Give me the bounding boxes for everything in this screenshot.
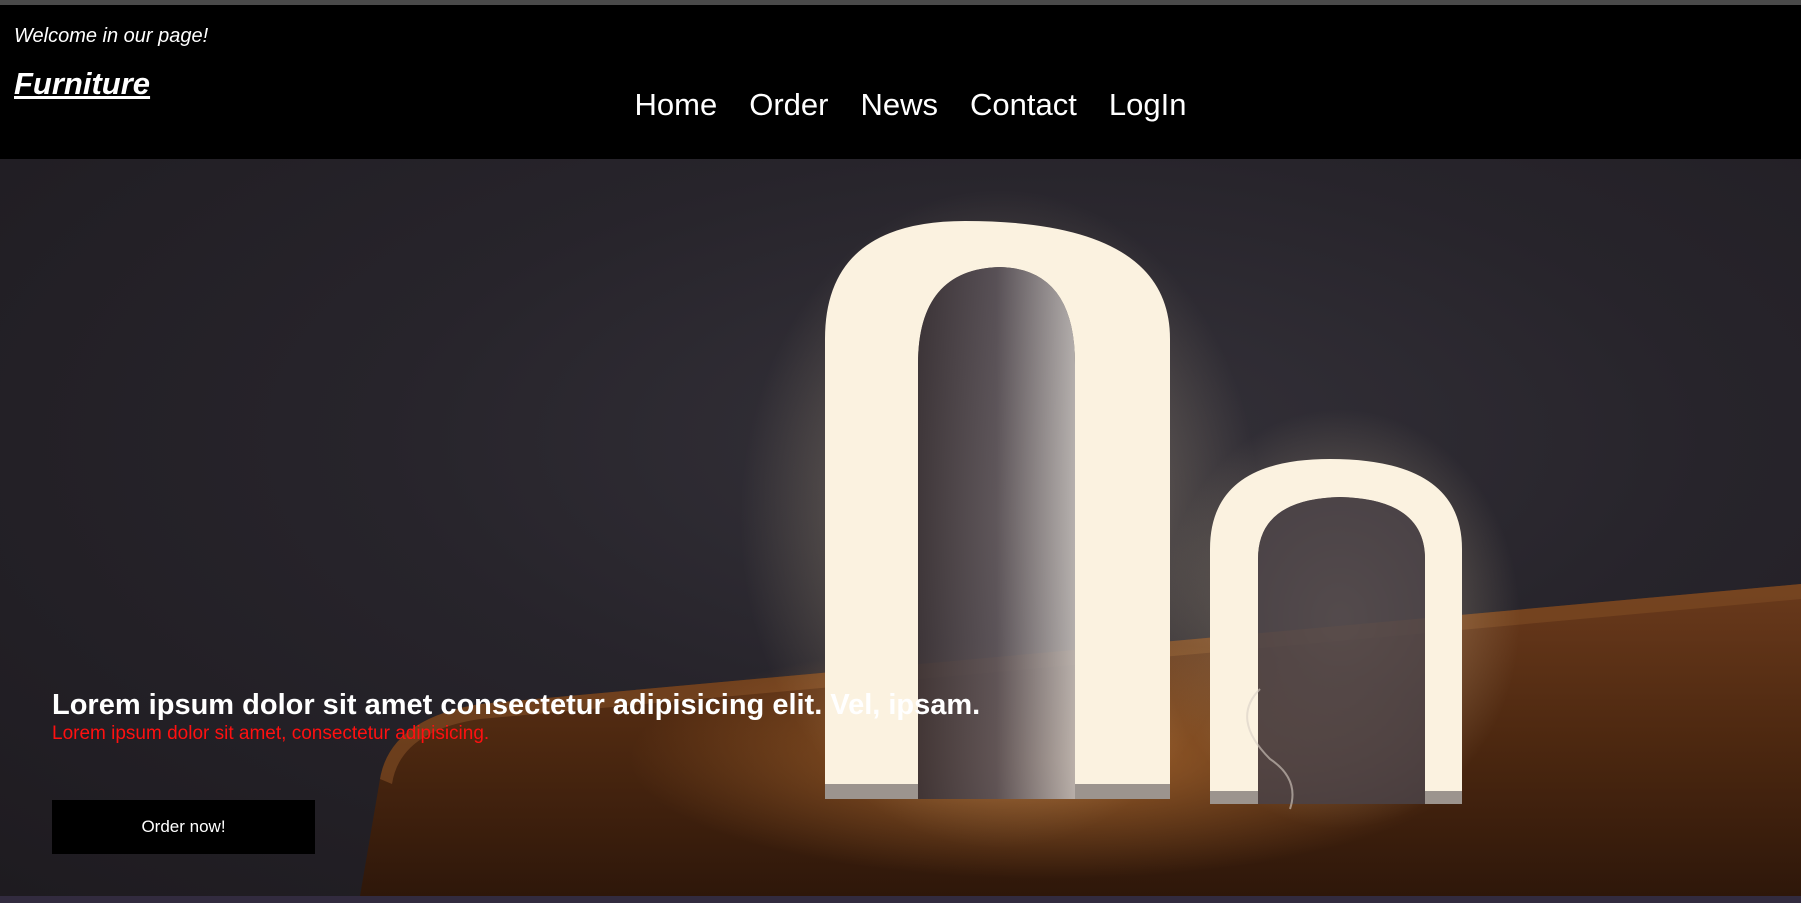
hero-title: Lorem ipsum dolor sit amet consectetur a…: [52, 689, 981, 721]
hero-subtitle: Lorem ipsum dolor sit amet, consectetur …: [52, 723, 490, 744]
nav-login[interactable]: LogIn: [1109, 87, 1187, 123]
order-now-button[interactable]: Order now!: [52, 800, 315, 854]
nav-order[interactable]: Order: [749, 87, 828, 123]
main-nav: Home Order News Contact LogIn: [0, 87, 1801, 123]
hero-image: [360, 189, 1801, 896]
nav-news[interactable]: News: [861, 87, 939, 123]
nav-contact[interactable]: Contact: [970, 87, 1077, 123]
welcome-text: Welcome in our page!: [14, 25, 209, 47]
bottom-border: [0, 896, 1801, 903]
site-header: Welcome in our page! Furniture Home Orde…: [0, 5, 1801, 159]
hero-section: Lorem ipsum dolor sit amet consectetur a…: [0, 159, 1801, 896]
nav-home[interactable]: Home: [635, 87, 718, 123]
